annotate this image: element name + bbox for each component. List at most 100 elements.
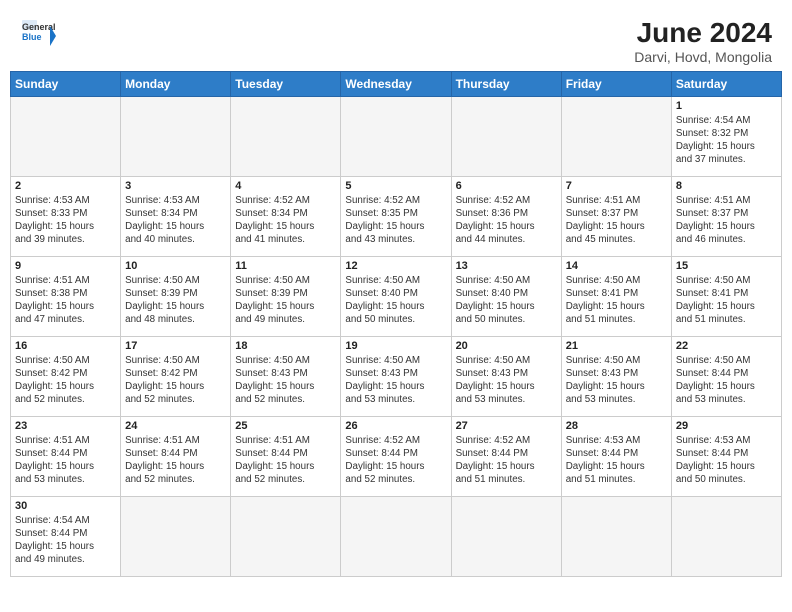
calendar-cell (341, 496, 451, 576)
day-number: 2 (15, 180, 116, 192)
day-info: Sunrise: 4:50 AM Sunset: 8:43 PM Dayligh… (345, 354, 446, 407)
day-info: Sunrise: 4:50 AM Sunset: 8:39 PM Dayligh… (235, 274, 336, 327)
day-number: 7 (566, 180, 667, 192)
calendar-cell (561, 496, 671, 576)
header: General Blue June 2024 Darvi, Hovd, Mong… (10, 10, 782, 71)
day-info: Sunrise: 4:51 AM Sunset: 8:37 PM Dayligh… (566, 194, 667, 247)
day-info: Sunrise: 4:50 AM Sunset: 8:43 PM Dayligh… (456, 354, 557, 407)
calendar-cell: 18 Sunrise: 4:50 AM Sunset: 8:43 PM Dayli… (231, 336, 341, 416)
day-info: Sunrise: 4:50 AM Sunset: 8:39 PM Dayligh… (125, 274, 226, 327)
day-info: Sunrise: 4:51 AM Sunset: 8:44 PM Dayligh… (235, 434, 336, 487)
day-number: 10 (125, 260, 226, 272)
day-info: Sunrise: 4:52 AM Sunset: 8:35 PM Dayligh… (345, 194, 446, 247)
day-number: 21 (566, 340, 667, 352)
day-info: Sunrise: 4:52 AM Sunset: 8:36 PM Dayligh… (456, 194, 557, 247)
calendar-cell (11, 96, 121, 176)
day-number: 19 (345, 340, 446, 352)
day-info: Sunrise: 4:52 AM Sunset: 8:34 PM Dayligh… (235, 194, 336, 247)
svg-text:Blue: Blue (22, 32, 42, 42)
calendar-cell: 25Sunrise: 4:51 AM Sunset: 8:44 PM Dayli… (231, 416, 341, 496)
calendar-cell (121, 96, 231, 176)
day-number: 16 (15, 340, 116, 352)
calendar-cell (451, 96, 561, 176)
calendar-week-4: 23Sunrise: 4:51 AM Sunset: 8:44 PM Dayli… (11, 416, 782, 496)
month-year: June 2024 (634, 18, 772, 49)
day-info: Sunrise: 4:54 AM Sunset: 8:44 PM Dayligh… (15, 514, 116, 567)
day-number: 3 (125, 180, 226, 192)
day-info: Sunrise: 4:53 AM Sunset: 8:44 PM Dayligh… (566, 434, 667, 487)
day-of-week-thursday: Thursday (451, 71, 561, 96)
day-number: 24 (125, 420, 226, 432)
day-number: 28 (566, 420, 667, 432)
day-number: 9 (15, 260, 116, 272)
day-info: Sunrise: 4:50 AM Sunset: 8:44 PM Dayligh… (676, 354, 777, 407)
day-number: 18 (235, 340, 336, 352)
calendar-cell (121, 496, 231, 576)
calendar-cell: 21 Sunrise: 4:50 AM Sunset: 8:43 PM Dayli… (561, 336, 671, 416)
calendar-cell (341, 96, 451, 176)
calendar-cell: 20 Sunrise: 4:50 AM Sunset: 8:43 PM Dayli… (451, 336, 561, 416)
day-info: Sunrise: 4:50 AM Sunset: 8:40 PM Dayligh… (345, 274, 446, 327)
calendar-cell: 9 Sunrise: 4:51 AM Sunset: 8:38 PM Daylig… (11, 256, 121, 336)
calendar-cell (561, 96, 671, 176)
day-info: Sunrise: 4:52 AM Sunset: 8:44 PM Dayligh… (456, 434, 557, 487)
calendar-cell: 12 Sunrise: 4:50 AM Sunset: 8:40 PM Dayli… (341, 256, 451, 336)
day-number: 26 (345, 420, 446, 432)
calendar-cell: 11 Sunrise: 4:50 AM Sunset: 8:39 PM Dayli… (231, 256, 341, 336)
calendar-cell: 19 Sunrise: 4:50 AM Sunset: 8:43 PM Dayli… (341, 336, 451, 416)
day-number: 22 (676, 340, 777, 352)
calendar-cell: 26 Sunrise: 4:52 AM Sunset: 8:44 PM Dayli… (341, 416, 451, 496)
day-of-week-monday: Monday (121, 71, 231, 96)
day-of-week-friday: Friday (561, 71, 671, 96)
day-number: 20 (456, 340, 557, 352)
calendar-cell: 29 Sunrise: 4:53 AM Sunset: 8:44 PM Dayli… (671, 416, 781, 496)
calendar-week-0: 1Sunrise: 4:54 AM Sunset: 8:32 PM Daylig… (11, 96, 782, 176)
day-of-week-wednesday: Wednesday (341, 71, 451, 96)
calendar-header-row: SundayMondayTuesdayWednesdayThursdayFrid… (11, 71, 782, 96)
calendar: SundayMondayTuesdayWednesdayThursdayFrid… (10, 71, 782, 577)
calendar-cell: 2 Sunrise: 4:53 AM Sunset: 8:33 PM Daylig… (11, 176, 121, 256)
calendar-cell: 16Sunrise: 4:50 AM Sunset: 8:42 PM Dayli… (11, 336, 121, 416)
day-of-week-tuesday: Tuesday (231, 71, 341, 96)
day-info: Sunrise: 4:50 AM Sunset: 8:43 PM Dayligh… (566, 354, 667, 407)
calendar-cell: 24 Sunrise: 4:51 AM Sunset: 8:44 PM Dayli… (121, 416, 231, 496)
day-number: 8 (676, 180, 777, 192)
day-number: 13 (456, 260, 557, 272)
calendar-cell: 28 Sunrise: 4:53 AM Sunset: 8:44 PM Dayli… (561, 416, 671, 496)
day-info: Sunrise: 4:51 AM Sunset: 8:38 PM Dayligh… (15, 274, 116, 327)
calendar-cell: 22 Sunrise: 4:50 AM Sunset: 8:44 PM Dayli… (671, 336, 781, 416)
calendar-cell (451, 496, 561, 576)
day-of-week-saturday: Saturday (671, 71, 781, 96)
day-info: Sunrise: 4:50 AM Sunset: 8:42 PM Dayligh… (125, 354, 226, 407)
day-info: Sunrise: 4:50 AM Sunset: 8:43 PM Dayligh… (235, 354, 336, 407)
day-number: 11 (235, 260, 336, 272)
calendar-cell: 23Sunrise: 4:51 AM Sunset: 8:44 PM Dayli… (11, 416, 121, 496)
day-info: Sunrise: 4:51 AM Sunset: 8:37 PM Dayligh… (676, 194, 777, 247)
calendar-cell: 4Sunrise: 4:52 AM Sunset: 8:34 PM Daylig… (231, 176, 341, 256)
logo: General Blue (20, 18, 56, 54)
calendar-cell (671, 496, 781, 576)
calendar-cell: 1Sunrise: 4:54 AM Sunset: 8:32 PM Daylig… (671, 96, 781, 176)
calendar-cell: 15Sunrise: 4:50 AM Sunset: 8:41 PM Dayli… (671, 256, 781, 336)
day-number: 17 (125, 340, 226, 352)
day-info: Sunrise: 4:52 AM Sunset: 8:44 PM Dayligh… (345, 434, 446, 487)
calendar-cell (231, 496, 341, 576)
day-number: 29 (676, 420, 777, 432)
calendar-week-2: 9 Sunrise: 4:51 AM Sunset: 8:38 PM Daylig… (11, 256, 782, 336)
calendar-week-5: 30Sunrise: 4:54 AM Sunset: 8:44 PM Dayli… (11, 496, 782, 576)
day-number: 14 (566, 260, 667, 272)
day-of-week-sunday: Sunday (11, 71, 121, 96)
day-info: Sunrise: 4:53 AM Sunset: 8:44 PM Dayligh… (676, 434, 777, 487)
calendar-cell: 14Sunrise: 4:50 AM Sunset: 8:41 PM Dayli… (561, 256, 671, 336)
day-number: 27 (456, 420, 557, 432)
day-info: Sunrise: 4:53 AM Sunset: 8:33 PM Dayligh… (15, 194, 116, 247)
calendar-cell: 8 Sunrise: 4:51 AM Sunset: 8:37 PM Daylig… (671, 176, 781, 256)
calendar-cell: 6 Sunrise: 4:52 AM Sunset: 8:36 PM Daylig… (451, 176, 561, 256)
calendar-week-1: 2 Sunrise: 4:53 AM Sunset: 8:33 PM Daylig… (11, 176, 782, 256)
calendar-cell: 7 Sunrise: 4:51 AM Sunset: 8:37 PM Daylig… (561, 176, 671, 256)
day-info: Sunrise: 4:51 AM Sunset: 8:44 PM Dayligh… (125, 434, 226, 487)
title-block: June 2024 Darvi, Hovd, Mongolia (634, 18, 772, 65)
day-number: 12 (345, 260, 446, 272)
day-number: 6 (456, 180, 557, 192)
day-number: 15 (676, 260, 777, 272)
